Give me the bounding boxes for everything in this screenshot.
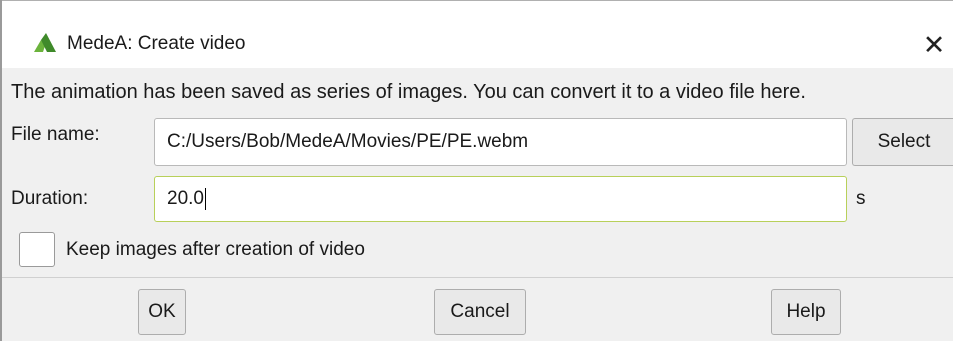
duration-value: 20.0: [167, 188, 204, 209]
cancel-button[interactable]: Cancel: [434, 289, 526, 335]
select-button[interactable]: Select: [852, 118, 953, 166]
duration-unit: s: [856, 188, 866, 209]
file-name-value: C:/Users/Bob/MedeA/Movies/PE/PE.webm: [167, 131, 529, 152]
file-name-label: File name:: [11, 124, 100, 145]
keep-images-checkbox[interactable]: [19, 232, 55, 267]
text-caret: [204, 188, 207, 210]
medea-logo-icon: [32, 32, 58, 54]
button-row-separator: [2, 277, 953, 278]
duration-input[interactable]: 20.0: [154, 176, 847, 222]
create-video-dialog: MedeA: Create video ✕ The animation has …: [0, 0, 953, 341]
close-button[interactable]: ✕: [917, 29, 951, 61]
title-bar[interactable]: MedeA: Create video ✕: [2, 0, 953, 68]
info-message: The animation has been saved as series o…: [11, 81, 806, 103]
window-title: MedeA: Create video: [67, 33, 246, 54]
close-icon: ✕: [922, 29, 946, 60]
duration-label: Duration:: [11, 188, 89, 209]
keep-images-label[interactable]: Keep images after creation of video: [66, 239, 365, 261]
help-button[interactable]: Help: [771, 289, 841, 335]
file-name-input[interactable]: C:/Users/Bob/MedeA/Movies/PE/PE.webm: [154, 118, 847, 166]
ok-button[interactable]: OK: [138, 289, 186, 335]
